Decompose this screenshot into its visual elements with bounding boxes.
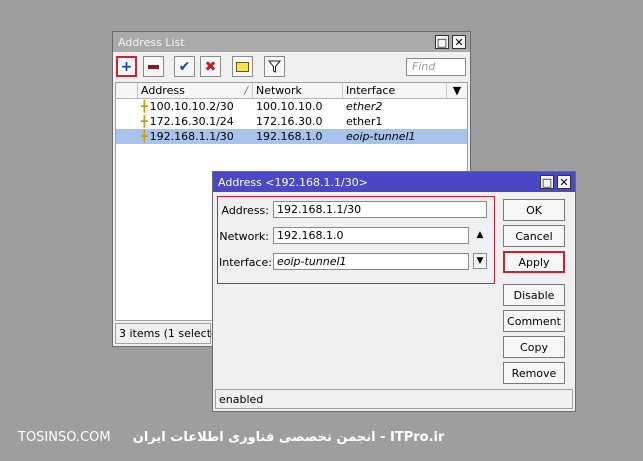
x-icon: ✖ bbox=[204, 58, 217, 75]
address-label: Address: bbox=[221, 204, 269, 217]
interface-dropdown-icon[interactable]: ▼ bbox=[473, 253, 487, 269]
restore-button[interactable]: □ bbox=[540, 175, 554, 189]
field-group: Address: 192.168.1.1/30 Network: 192.168… bbox=[217, 196, 495, 284]
comment-button[interactable]: Comment bbox=[503, 310, 565, 332]
header-spacer bbox=[116, 83, 138, 98]
toolbar: + ✔ ✖ Find bbox=[113, 52, 470, 80]
table-header: Address / Network Interface ▼ bbox=[116, 83, 467, 99]
interface-label: Interface: bbox=[219, 256, 272, 269]
ok-button[interactable]: OK bbox=[503, 199, 565, 221]
sort-indicator: / bbox=[244, 84, 248, 97]
disable-button[interactable]: Disable bbox=[503, 284, 565, 306]
column-menu-button[interactable]: ▼ bbox=[447, 83, 467, 98]
footer-tagline: ITPro.ir - انجمن تخصصی فناوری اطلاعات ای… bbox=[132, 430, 445, 445]
address-list-titlebar[interactable]: Address List □ ✕ bbox=[113, 32, 470, 52]
address-icon: ╋ bbox=[141, 100, 148, 113]
column-network[interactable]: Network bbox=[253, 83, 343, 98]
find-input[interactable]: Find bbox=[406, 58, 466, 76]
restore-button[interactable]: □ bbox=[435, 35, 449, 49]
apply-button[interactable]: Apply bbox=[503, 251, 565, 273]
network-label: Network: bbox=[219, 230, 269, 243]
address-icon: ╋ bbox=[141, 130, 148, 143]
remove-button[interactable] bbox=[143, 56, 164, 77]
plus-icon: + bbox=[120, 58, 133, 75]
table-row-selected[interactable]: ╋ 192.168.1.1/30 192.168.1.0 eoip-tunnel1 bbox=[116, 129, 467, 144]
column-interface[interactable]: Interface bbox=[343, 83, 447, 98]
network-toggle-up-icon[interactable]: ▲ bbox=[473, 227, 487, 243]
minus-icon bbox=[148, 64, 159, 69]
close-button[interactable]: ✕ bbox=[452, 35, 466, 49]
filter-icon bbox=[268, 60, 281, 73]
interface-select[interactable]: eoip-tunnel1 bbox=[273, 253, 469, 270]
chevron-down-icon: ▼ bbox=[452, 84, 462, 97]
item-count-status: 3 items (1 selected) bbox=[115, 323, 229, 344]
dialog-status: enabled bbox=[215, 389, 573, 409]
disable-button[interactable]: ✖ bbox=[200, 56, 221, 77]
address-dialog: Address <192.168.1.1/30> □ ✕ Address: 19… bbox=[212, 171, 576, 412]
copy-button[interactable]: Copy bbox=[503, 336, 565, 358]
check-icon: ✔ bbox=[178, 58, 191, 75]
column-address[interactable]: Address / bbox=[138, 83, 253, 98]
table-row[interactable]: ╋ 172.16.30.1/24 172.16.30.0 ether1 bbox=[116, 114, 467, 129]
footer-site: TOSINSO.COM bbox=[18, 430, 111, 445]
footer-watermark: TOSINSO.COM ITPro.ir - انجمن تخصصی فناور… bbox=[18, 430, 518, 445]
address-list-title: Address List bbox=[118, 35, 185, 49]
filter-button[interactable] bbox=[264, 56, 285, 77]
close-button[interactable]: ✕ bbox=[557, 175, 571, 189]
address-icon: ╋ bbox=[141, 115, 148, 128]
address-dialog-title: Address <192.168.1.1/30> bbox=[218, 175, 368, 189]
table-row[interactable]: ╋ 100.10.10.2/30 100.10.10.0 ether2 bbox=[116, 99, 467, 114]
comment-button[interactable] bbox=[232, 56, 253, 77]
cancel-button[interactable]: Cancel bbox=[503, 225, 565, 247]
enable-button[interactable]: ✔ bbox=[174, 56, 195, 77]
network-field[interactable]: 192.168.1.0 bbox=[273, 227, 469, 244]
address-field[interactable]: 192.168.1.1/30 bbox=[273, 201, 487, 218]
remove-button[interactable]: Remove bbox=[503, 362, 565, 384]
address-dialog-titlebar[interactable]: Address <192.168.1.1/30> □ ✕ bbox=[213, 172, 575, 192]
add-button[interactable]: + bbox=[116, 56, 137, 77]
note-icon bbox=[236, 61, 249, 72]
